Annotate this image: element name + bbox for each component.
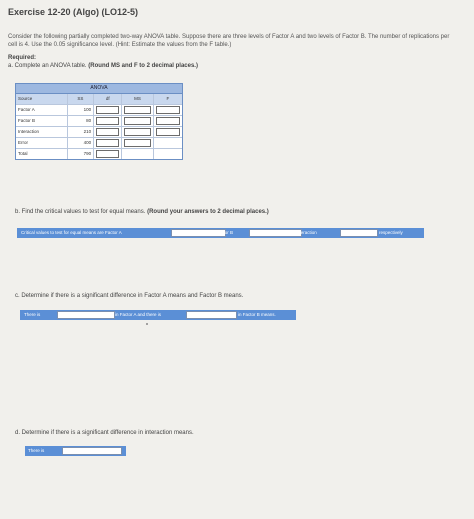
f-cell xyxy=(154,138,182,148)
anova-title: ANOVA xyxy=(16,84,182,94)
part-a-prompt: a. Complete an ANOVA table. (Round MS an… xyxy=(8,63,198,69)
col-source: Source xyxy=(16,94,68,104)
df-cell xyxy=(94,105,123,115)
df-input-factor-a[interactable] xyxy=(96,106,120,114)
part-b-answer-bar: Critical values to test for equal means … xyxy=(17,228,424,238)
df-input-factor-b[interactable] xyxy=(96,117,120,125)
df-input-interaction[interactable] xyxy=(96,128,120,136)
f-input-interaction[interactable] xyxy=(155,128,180,136)
source-label: Factor A xyxy=(16,105,68,115)
there-is-label: There is xyxy=(28,448,45,453)
ms-cell xyxy=(122,105,154,115)
df-cell xyxy=(94,138,123,148)
anova-table: ANOVA Source SS df MS F Factor A 100 Fac… xyxy=(15,83,183,160)
part-d-prompt: d. Determine if there is a significant d… xyxy=(15,430,194,436)
ms-input-error[interactable] xyxy=(124,139,151,147)
df-cell xyxy=(94,116,123,126)
source-label: Factor B xyxy=(16,116,68,126)
col-ms: MS xyxy=(122,94,154,104)
f-cell xyxy=(154,127,182,137)
problem-intro: Consider the following partially complet… xyxy=(8,34,450,48)
critical-value-interaction-input[interactable] xyxy=(340,229,378,237)
ms-input-factor-b[interactable] xyxy=(124,117,151,125)
factor-a-significance-select[interactable] xyxy=(57,311,115,319)
f-input-factor-b[interactable] xyxy=(155,117,180,125)
interaction-significance-select[interactable] xyxy=(62,447,122,455)
part-c-answer-bar: There is in Factor A and there is in Fac… xyxy=(20,310,296,320)
col-f: F xyxy=(166,96,170,101)
factor-b-significance-select[interactable] xyxy=(186,311,237,319)
part-a-text: a. Complete an ANOVA table. xyxy=(8,63,87,69)
part-c-prompt: c. Determine if there is a significant d… xyxy=(15,293,244,299)
f-input-factor-a[interactable] xyxy=(155,106,180,114)
ms-cell xyxy=(122,138,154,148)
ss-value: 80 xyxy=(68,116,95,126)
df-input-total[interactable] xyxy=(96,150,120,158)
anova-row-interaction: Interaction 210 xyxy=(16,127,182,138)
f-cell xyxy=(154,149,182,159)
ms-input-factor-a[interactable] xyxy=(124,106,151,114)
df-cell xyxy=(94,149,123,159)
col-df: df xyxy=(94,94,123,104)
df-input-error[interactable] xyxy=(96,139,120,147)
interaction-label: and Interaction xyxy=(287,230,317,235)
ms-cell xyxy=(122,127,154,137)
ms-cell xyxy=(122,116,154,126)
respectively-label: respectively xyxy=(379,230,403,235)
part-b-prompt: b. Find the critical values to test for … xyxy=(15,209,269,215)
anova-row-factor-a: Factor A 100 xyxy=(16,105,182,116)
ss-value: 100 xyxy=(68,105,95,115)
col-ss: SS xyxy=(68,94,95,104)
part-a-rounding: (Round MS and F to 2 decimal places.) xyxy=(88,63,198,69)
factor-b-label: Factor B xyxy=(216,230,234,235)
there-is-label: There is xyxy=(24,312,41,317)
ms-input-interaction[interactable] xyxy=(124,128,151,136)
required-heading: Required: xyxy=(8,55,37,61)
critical-values-label: Critical values to test for equal means … xyxy=(21,230,122,235)
part-b-rounding: (Round your answers to 2 decimal places.… xyxy=(147,209,269,215)
anova-column-headers: Source SS df MS F xyxy=(16,94,182,105)
ms-cell xyxy=(122,149,154,159)
part-d-answer-bar: There is xyxy=(25,446,126,456)
source-label: Total xyxy=(16,149,68,159)
f-cell xyxy=(154,105,182,115)
page-title: Exercise 12-20 (Algo) (LO12-5) xyxy=(8,7,139,17)
anova-row-error: Error 400 xyxy=(16,138,182,149)
factor-a-mid-label: in Factor A and there is xyxy=(115,312,162,317)
factor-b-means-label: in Factor B means. xyxy=(238,312,276,317)
stray-dot xyxy=(146,323,148,325)
f-cell xyxy=(154,116,182,126)
ss-value: 790 xyxy=(68,149,95,159)
ss-value: 400 xyxy=(68,138,95,148)
anova-row-total: Total 790 xyxy=(16,149,182,159)
source-label: Error xyxy=(16,138,68,148)
ss-value: 210 xyxy=(68,127,95,137)
df-cell xyxy=(94,127,123,137)
anova-row-factor-b: Factor B 80 xyxy=(16,116,182,127)
source-label: Interaction xyxy=(16,127,68,137)
part-b-text: b. Find the critical values to test for … xyxy=(15,209,146,215)
